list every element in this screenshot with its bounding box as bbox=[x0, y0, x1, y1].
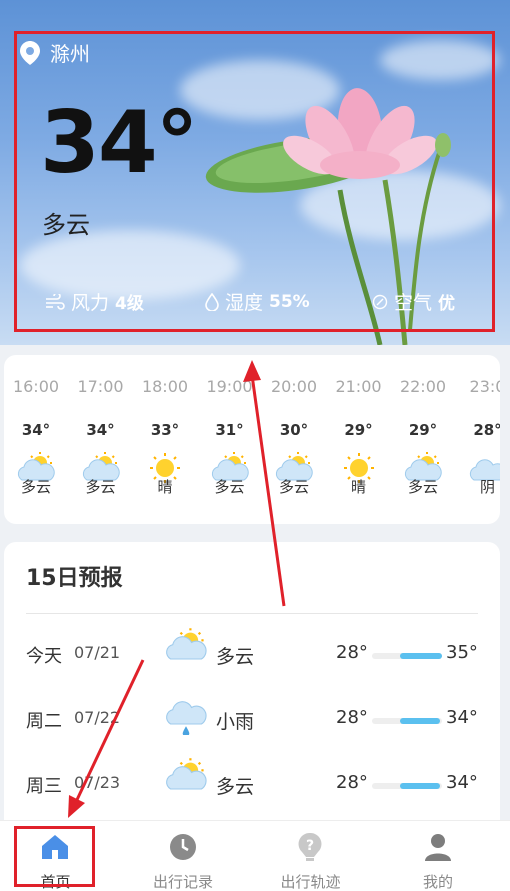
hour-condition: 晴 bbox=[157, 478, 173, 496]
temp-range-fill bbox=[400, 653, 442, 659]
forecast-condition: 多云 bbox=[216, 646, 255, 668]
forecast-row[interactable]: 今天 07/21 多云 28° 35° bbox=[4, 628, 500, 674]
forecast-low: 28° bbox=[336, 707, 368, 728]
temp-range-bar bbox=[372, 653, 442, 659]
hour-condition: 多云 bbox=[20, 478, 51, 496]
temp-range-bar bbox=[372, 718, 442, 724]
hour-temp: 29° bbox=[408, 421, 438, 439]
forecast-title: 15日预报 bbox=[26, 566, 123, 591]
hour-temp: 30° bbox=[279, 421, 309, 439]
partly-cloudy-icon bbox=[166, 758, 207, 790]
hour-condition: 多云 bbox=[278, 478, 309, 496]
person-icon bbox=[424, 834, 451, 861]
nav-label: 我的 bbox=[422, 873, 453, 891]
forecast-high: 35° bbox=[446, 642, 478, 663]
hour-time: 22:00 bbox=[399, 377, 447, 396]
temp-range-fill bbox=[400, 718, 440, 724]
forecast-row[interactable]: 周三 07/23 多云 28° 34° bbox=[4, 758, 500, 804]
hourly-forecast[interactable]: 16:00 34° 多云 17:00 34° 多云 18:00 33° 晴 19:00 31° 多云 2… bbox=[4, 355, 500, 524]
hour-temp: 33° bbox=[150, 421, 180, 439]
temp-range-bar bbox=[372, 783, 442, 789]
daily-forecast-card: 15日预报 今天 07/21 多云 28° 35° 周二 07/22 小雨 28° 34° 周三 07… bbox=[4, 542, 500, 842]
forecast-high: 34° bbox=[446, 707, 478, 728]
hour-time: 21:00 bbox=[335, 377, 382, 396]
forecast-low: 28° bbox=[336, 772, 368, 793]
hour-time: 19:00 bbox=[206, 377, 253, 396]
hour-time: 18:00 bbox=[141, 377, 189, 396]
nav-item[interactable]: ? 出行轨迹 bbox=[247, 821, 374, 891]
nav-item[interactable]: 我的 bbox=[375, 821, 502, 891]
annotation-highlight-box bbox=[14, 31, 495, 332]
hour-condition: 多云 bbox=[407, 478, 438, 496]
nav-label: 出行记录 bbox=[152, 873, 213, 891]
hour-temp: 29° bbox=[344, 421, 373, 439]
hour-time: 23:0 bbox=[469, 377, 500, 396]
hour-condition: 多云 bbox=[214, 478, 245, 496]
rain-icon bbox=[166, 701, 207, 735]
temp-range-fill bbox=[400, 783, 440, 789]
clock-icon bbox=[169, 834, 196, 860]
hour-time: 16:00 bbox=[12, 377, 60, 396]
hour-time: 20:00 bbox=[270, 377, 318, 396]
forecast-condition: 多云 bbox=[216, 776, 255, 798]
hour-temp: 28° bbox=[473, 421, 500, 439]
forecast-condition: 小雨 bbox=[216, 711, 255, 733]
forecast-low: 28° bbox=[336, 642, 368, 663]
nav-item[interactable]: 出行记录 bbox=[120, 821, 247, 891]
forecast-row[interactable]: 周二 07/22 小雨 28° 34° bbox=[4, 699, 500, 739]
forecast-date: 07/23 bbox=[74, 773, 121, 792]
forecast-day: 周二 bbox=[26, 711, 62, 732]
svg-text:?: ? bbox=[306, 838, 314, 854]
forecast-day: 周三 bbox=[26, 776, 62, 797]
forecast-high: 34° bbox=[446, 772, 478, 793]
question-icon: ? bbox=[298, 832, 322, 861]
hour-condition: 晴 bbox=[350, 478, 366, 496]
forecast-date: 07/21 bbox=[74, 643, 121, 662]
hour-temp: 34° bbox=[86, 421, 115, 439]
hour-time: 17:00 bbox=[77, 377, 124, 396]
partly-cloudy-icon bbox=[166, 628, 207, 660]
hour-condition: 阴 bbox=[479, 478, 495, 496]
forecast-day: 今天 bbox=[26, 646, 62, 667]
hour-temp: 34° bbox=[21, 421, 51, 439]
nav-label: 出行轨迹 bbox=[280, 873, 341, 891]
divider bbox=[26, 613, 478, 614]
hour-condition: 多云 bbox=[85, 478, 116, 496]
forecast-date: 07/22 bbox=[74, 708, 121, 727]
annotation-highlight-box bbox=[14, 826, 95, 887]
hour-temp: 31° bbox=[215, 421, 244, 439]
